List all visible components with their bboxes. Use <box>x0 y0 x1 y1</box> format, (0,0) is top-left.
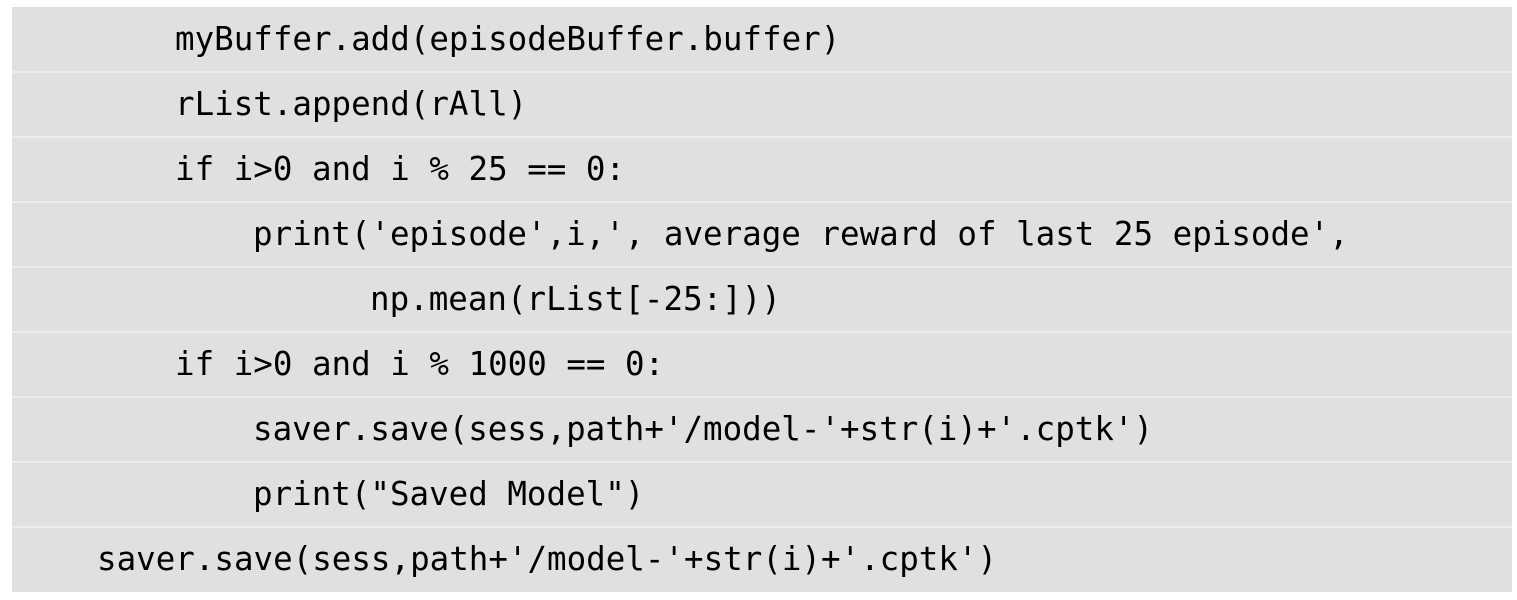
code-block: myBuffer.add(episodeBuffer.buffer) rList… <box>12 7 1512 592</box>
code-line-3: if i>0 and i % 25 == 0: <box>175 150 626 188</box>
code-line-9: saver.save(sess,path+'/model-'+str(i)+'.… <box>97 540 998 578</box>
code-line-1: myBuffer.add(episodeBuffer.buffer) <box>175 20 841 58</box>
code-line-5: np.mean(rList[-25:])) <box>370 280 781 318</box>
code-line-6: if i>0 and i % 1000 == 0: <box>175 345 665 383</box>
code-line-8: print("Saved Model") <box>253 475 645 513</box>
code-line-4: print('episode',i,', average reward of l… <box>253 215 1349 253</box>
code-line-7: saver.save(sess,path+'/model-'+str(i)+'.… <box>253 410 1154 448</box>
code-line-2: rList.append(rAll) <box>175 85 528 123</box>
